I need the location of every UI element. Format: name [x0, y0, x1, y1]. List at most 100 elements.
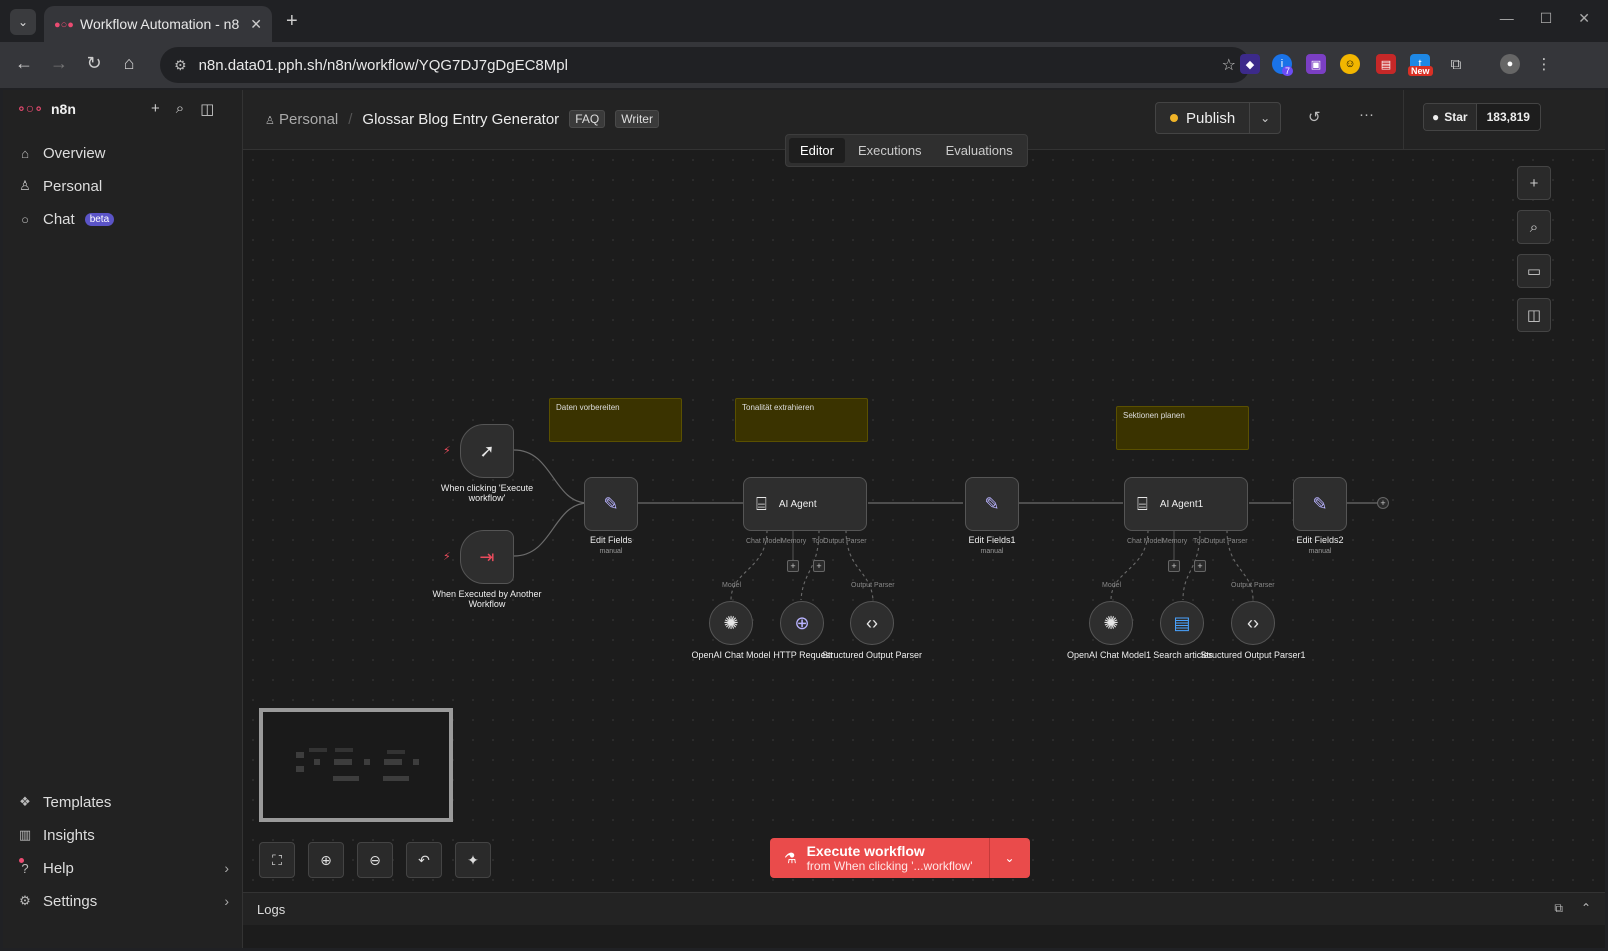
- zoom-in-icon[interactable]: ⊕: [308, 842, 344, 878]
- close-window-icon[interactable]: ✕: [1578, 10, 1590, 27]
- github-star-button[interactable]: ● Star 183,819: [1423, 103, 1541, 131]
- sidebar-item-chat[interactable]: ○ Chat beta: [17, 208, 115, 230]
- node-edit-fields-1[interactable]: ✎: [965, 477, 1019, 531]
- tab-search-button[interactable]: ⌄: [10, 9, 36, 35]
- tab-editor[interactable]: Editor: [789, 138, 845, 163]
- templates-icon: ❖: [19, 794, 31, 809]
- port-label: Output Parser: [851, 582, 895, 589]
- node-execute-trigger[interactable]: ⇥: [460, 530, 514, 584]
- close-icon[interactable]: ✕: [250, 16, 262, 33]
- cube-extension-icon[interactable]: ▣: [1306, 54, 1326, 74]
- site-info-icon[interactable]: ⚙: [174, 57, 187, 74]
- view-tabs: Editor Executions Evaluations: [785, 134, 1028, 167]
- code-icon: ‹›: [1247, 612, 1259, 633]
- avatar[interactable]: ●: [1500, 54, 1520, 74]
- add-node-button[interactable]: +: [1377, 497, 1389, 509]
- history-icon[interactable]: ↺: [1308, 108, 1321, 126]
- node-label: AI Agent1: [1159, 498, 1204, 510]
- n8n-favicon-icon: ●○●: [54, 19, 74, 31]
- main-area: ♙ Personal / Glossar Blog Entry Generato…: [243, 90, 1605, 948]
- brand-name: n8n: [50, 100, 76, 117]
- browser-tab[interactable]: ●○● Workflow Automation - n8n ✕: [44, 6, 272, 42]
- extension-badge: 7: [1282, 66, 1294, 76]
- reload-icon[interactable]: ↻: [82, 53, 106, 74]
- node-http-request[interactable]: ⊕: [780, 601, 824, 645]
- node-output-parser[interactable]: ‹›: [850, 601, 894, 645]
- maximize-icon[interactable]: ☐: [1540, 10, 1553, 27]
- node-ai-agent[interactable]: ⌸ AI Agent: [743, 477, 867, 531]
- minimap[interactable]: [259, 708, 453, 822]
- popout-icon[interactable]: ⧉: [1554, 901, 1563, 916]
- sticky-note[interactable]: Daten vorbereiten: [549, 398, 682, 442]
- sidebar-item-overview[interactable]: ⌂ Overview: [17, 142, 105, 164]
- sidebar-item-settings[interactable]: ⚙ Settings ›: [17, 890, 229, 912]
- tab-evaluations[interactable]: Evaluations: [935, 138, 1024, 163]
- emoji-extension-icon[interactable]: ☺: [1340, 54, 1360, 74]
- header-divider: [1403, 90, 1404, 150]
- add-memory-button[interactable]: +: [1168, 560, 1180, 572]
- calendar-extension-icon[interactable]: ▤: [1376, 54, 1396, 74]
- canvas-side-tools: + ⌕ ▭ ◫: [1517, 166, 1551, 332]
- node-output-parser-1[interactable]: ‹›: [1231, 601, 1275, 645]
- fit-view-icon[interactable]: ⛶: [259, 842, 295, 878]
- sidebar-item-templates[interactable]: ❖ Templates: [17, 791, 111, 813]
- address-bar[interactable]: ⚙ n8n.data01.pph.sh/n8n/workflow/YQG7DJ7…: [160, 47, 1250, 83]
- logs-panel[interactable]: Logs ⧉ ⌃: [243, 892, 1605, 925]
- node-edit-fields-2[interactable]: ✎: [1293, 477, 1347, 531]
- more-icon[interactable]: ···: [1359, 106, 1374, 123]
- tag-faq[interactable]: FAQ: [569, 110, 606, 128]
- sticky-note[interactable]: Sektionen planen: [1116, 406, 1249, 450]
- node-label: Structured Output Parser1: [1200, 650, 1306, 660]
- robot-icon: ⌸: [756, 493, 767, 514]
- port-label: Memory: [781, 538, 807, 545]
- workflow-name[interactable]: Glossar Blog Entry Generator: [362, 111, 559, 128]
- sidebar-item-help[interactable]: ? Help ›: [17, 857, 229, 879]
- back-icon[interactable]: ←: [12, 53, 36, 74]
- browser-toolbar: ← → ↻ ⌂ ⚙ n8n.data01.pph.sh/n8n/workflow…: [0, 42, 1608, 88]
- sidebar-actions: + ⌕ ◫: [151, 100, 214, 118]
- add-memory-button[interactable]: +: [787, 560, 799, 572]
- add-tool-button[interactable]: +: [813, 560, 825, 572]
- publish-button[interactable]: Publish: [1156, 103, 1251, 133]
- new-tab-button[interactable]: +: [286, 10, 298, 33]
- tidy-up-icon[interactable]: ✦: [455, 842, 491, 878]
- chevron-up-icon[interactable]: ⌃: [1581, 901, 1591, 916]
- sidebar-toggle-icon[interactable]: ◫: [200, 100, 214, 118]
- github-star[interactable]: ● Star: [1424, 104, 1477, 130]
- add-node-button[interactable]: +: [1517, 166, 1551, 200]
- cursor-icon: ➚: [479, 440, 495, 461]
- sticky-note[interactable]: Tonalität extrahieren: [735, 398, 868, 442]
- node-manual-trigger[interactable]: ➚: [460, 424, 514, 478]
- extension-icon[interactable]: ◆: [1240, 54, 1260, 74]
- node-search-articles[interactable]: ▤: [1160, 601, 1204, 645]
- panel-toggle-icon[interactable]: ◫: [1517, 298, 1551, 332]
- node-openai-model-1[interactable]: ✺: [1089, 601, 1133, 645]
- breadcrumb-project[interactable]: ♙ Personal: [265, 111, 338, 128]
- search-icon[interactable]: ⌕: [176, 100, 184, 118]
- zoom-out-icon[interactable]: ⊖: [357, 842, 393, 878]
- puzzle-icon[interactable]: ⧉: [1446, 54, 1466, 74]
- tab-executions[interactable]: Executions: [847, 138, 933, 163]
- forward-icon[interactable]: →: [47, 53, 71, 74]
- sidebar-item-insights[interactable]: ▥ Insights: [17, 824, 95, 846]
- kebab-menu-icon[interactable]: ⋮: [1534, 54, 1554, 74]
- plus-icon[interactable]: +: [151, 100, 160, 118]
- minimize-icon[interactable]: —: [1500, 10, 1514, 27]
- workflow-canvas[interactable]: Daten vorbereiten Tonalität extrahieren …: [243, 150, 1605, 892]
- execute-dropdown[interactable]: ⌄: [990, 838, 1030, 878]
- home-icon[interactable]: ⌂: [117, 53, 141, 74]
- brand[interactable]: ∘○∘ n8n: [17, 100, 76, 117]
- node-edit-fields[interactable]: ✎: [584, 477, 638, 531]
- bookmark-star-icon[interactable]: ☆: [1222, 55, 1236, 75]
- execute-workflow-button[interactable]: ⚗ Execute workflow from When clicking '.…: [770, 838, 990, 878]
- add-tool-button[interactable]: +: [1194, 560, 1206, 572]
- node-ai-agent-1[interactable]: ⌸ AI Agent1: [1124, 477, 1248, 531]
- node-openai-model[interactable]: ✺: [709, 601, 753, 645]
- publish-dropdown[interactable]: ⌄: [1250, 103, 1280, 133]
- url-text: n8n.data01.pph.sh/n8n/workflow/YQG7DJ7gD…: [198, 56, 568, 74]
- sticky-note-icon[interactable]: ▭: [1517, 254, 1551, 288]
- search-icon[interactable]: ⌕: [1517, 210, 1551, 244]
- tag-writer[interactable]: Writer: [615, 110, 659, 128]
- sidebar-item-personal[interactable]: ♙ Personal: [17, 175, 102, 197]
- undo-icon[interactable]: ↶: [406, 842, 442, 878]
